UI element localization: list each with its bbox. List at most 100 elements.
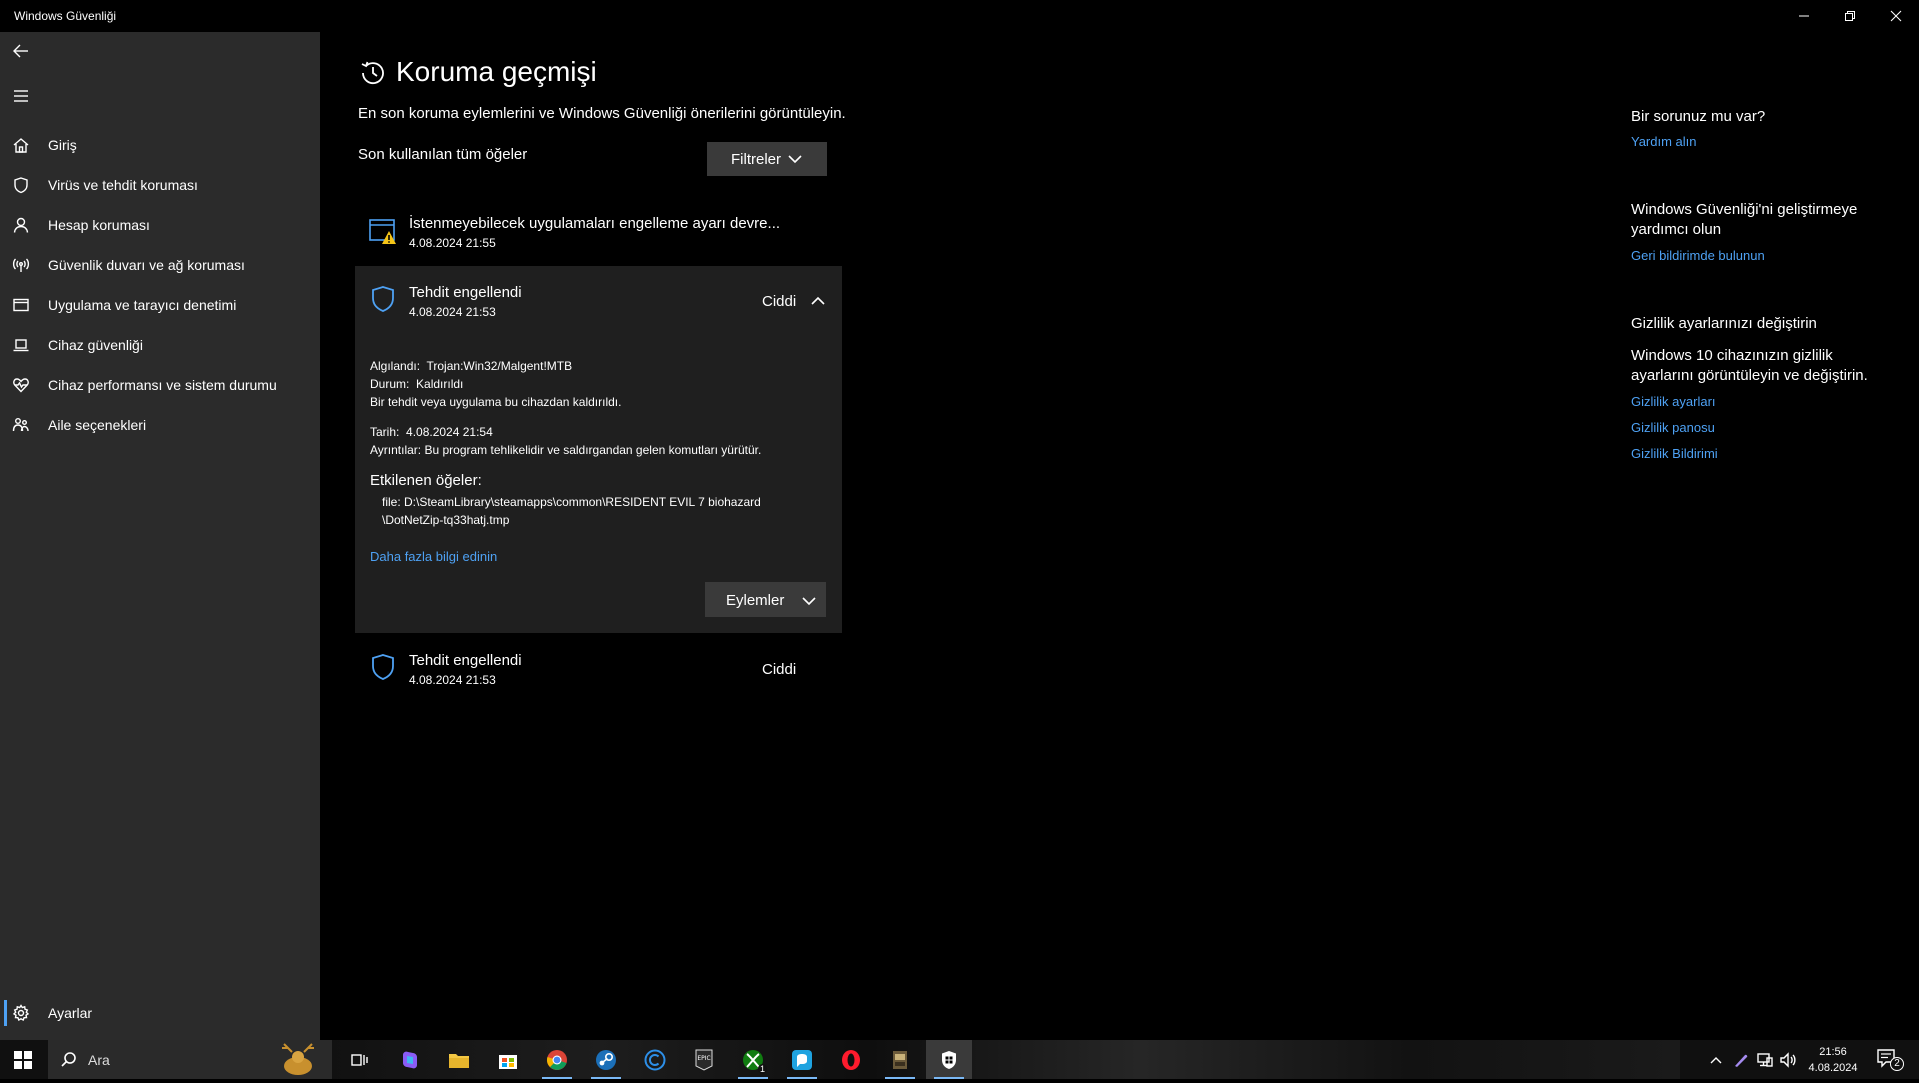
minimize-button[interactable] <box>1781 0 1827 32</box>
ccleaner-button[interactable] <box>632 1040 678 1079</box>
task-view-button[interactable] <box>336 1040 382 1079</box>
filters-button[interactable]: Filtreler <box>707 142 827 176</box>
store-button[interactable] <box>485 1040 531 1079</box>
actions-button-label: Eylemler <box>726 592 785 609</box>
feedback-link[interactable]: Geri bildirimde bulunun <box>1631 248 1765 263</box>
menu-button[interactable] <box>10 85 32 107</box>
xbox-badge: 1 <box>757 1064 767 1074</box>
status-row: Durum: Kaldırıldı <box>370 377 464 391</box>
more-info-link[interactable]: Daha fazla bilgi edinin <box>370 549 497 564</box>
steam-button[interactable] <box>583 1040 629 1079</box>
pen-icon <box>1735 1054 1748 1067</box>
steam-icon <box>596 1049 616 1070</box>
back-button[interactable] <box>10 40 32 62</box>
gear-icon <box>10 1002 32 1024</box>
affected-items-heading: Etkilenen öğeler: <box>370 472 482 489</box>
shield-outline-icon <box>369 652 397 682</box>
file-explorer-button[interactable] <box>436 1040 482 1079</box>
taskbar-clock[interactable]: 21:56 4.08.2024 <box>1800 1044 1866 1076</box>
history-item-header[interactable]: Tehdit engellendi 4.08.2024 21:53 Ciddi <box>355 266 842 326</box>
sidebar-item-firewall[interactable]: Güvenlik duvarı ve ağ koruması <box>0 245 320 285</box>
window-title: Windows Güvenliği <box>14 9 117 23</box>
sidebar-item-virus-protection[interactable]: Virüs ve tehdit koruması <box>0 165 320 205</box>
copilot-icon <box>403 1051 417 1068</box>
show-hidden-icons-button[interactable] <box>1706 1050 1726 1070</box>
sidebar-item-app-browser-control[interactable]: Uygulama ve tarayıcı denetimi <box>0 285 320 325</box>
warning-window-icon <box>369 217 397 247</box>
privacy-dashboard-link[interactable]: Gizlilik panosu <box>1631 420 1715 435</box>
close-button[interactable] <box>1873 0 1919 32</box>
opera-button[interactable] <box>828 1040 874 1079</box>
volume-tray-button[interactable] <box>1778 1050 1798 1070</box>
restore-button[interactable] <box>1827 0 1873 32</box>
game-button[interactable] <box>877 1040 923 1079</box>
section-label: Son kullanılan tüm öğeler <box>358 146 528 163</box>
severity-label: Ciddi <box>762 661 797 678</box>
notification-center-button[interactable]: 2 <box>1876 1048 1904 1072</box>
chrome-button[interactable] <box>534 1040 580 1079</box>
affected-item-path-cont: \DotNetZip-tq33hatj.tmp <box>382 513 510 527</box>
sidebar-item-label: Güvenlik duvarı ve ağ koruması <box>48 257 245 273</box>
improve-heading: Windows Güvenliği'ni geliştirmeye yardım… <box>1631 201 1858 238</box>
page-subtitle: En son koruma eylemlerini ve Windows Güv… <box>358 105 846 122</box>
network-tray-button[interactable] <box>1755 1050 1775 1070</box>
pen-tray-button[interactable] <box>1731 1050 1751 1070</box>
sidebar-item-settings[interactable]: Ayarlar <box>0 993 320 1033</box>
xbox-button[interactable]: 1 <box>730 1040 776 1079</box>
hamburger-icon <box>14 90 28 102</box>
windows-security-button[interactable] <box>926 1040 972 1079</box>
history-item-time: 4.08.2024 21:53 <box>409 305 496 319</box>
chevron-up-icon <box>1710 1057 1722 1064</box>
start-button[interactable] <box>0 1040 46 1079</box>
sidebar-item-device-security[interactable]: Cihaz güvenliği <box>0 325 320 365</box>
affected-item-path: file: D:\SteamLibrary\steamapps\common\R… <box>382 495 761 509</box>
windows-logo-icon <box>14 1050 32 1069</box>
taskbar: Ara EPIC 1 21:56 4.08.2024 2 <box>0 1040 1919 1079</box>
date-row: Tarih: 4.08.2024 21:54 <box>370 425 493 439</box>
shield-icon <box>10 174 32 196</box>
sidebar-item-account-protection[interactable]: Hesap koruması <box>0 205 320 245</box>
messenger-button[interactable] <box>779 1040 825 1079</box>
history-item-threat-blocked[interactable]: Tehdit engellendi 4.08.2024 21:53 Ciddi <box>355 634 842 694</box>
chevron-up-icon[interactable] <box>810 295 826 307</box>
home-icon <box>10 134 32 156</box>
back-arrow-icon <box>13 44 28 58</box>
history-item-title: İstenmeyebilecek uygulamaları engelleme … <box>409 215 781 232</box>
laptop-icon <box>10 334 32 356</box>
sidebar-item-label: Aile seçenekleri <box>48 417 147 433</box>
store-icon <box>499 1054 517 1069</box>
history-item-pua-setting[interactable]: İstenmeyebilecek uygulamaları engelleme … <box>355 205 842 261</box>
shield-outline-icon <box>369 284 397 314</box>
details-row: Ayrıntılar: Bu program tehlikelidir ve s… <box>370 443 762 457</box>
heart-pulse-icon <box>10 374 32 396</box>
game-icon <box>893 1050 907 1069</box>
sidebar-item-family-options[interactable]: Aile seçenekleri <box>0 405 320 445</box>
restore-icon <box>1845 11 1855 21</box>
browser-window-icon <box>10 294 32 316</box>
taskbar-search[interactable]: Ara <box>48 1040 332 1079</box>
clock-date: 4.08.2024 <box>1808 1062 1858 1074</box>
search-placeholder: Ara <box>88 1052 110 1068</box>
close-icon <box>1890 10 1902 22</box>
copilot-button[interactable] <box>387 1040 433 1079</box>
privacy-heading: Gizlilik ayarlarınızı değiştirin <box>1631 315 1817 332</box>
get-help-link[interactable]: Yardım alın <box>1631 134 1697 149</box>
title-bar: Windows Güvenliği <box>0 0 1919 32</box>
antenna-icon <box>10 254 32 276</box>
sidebar-item-device-performance[interactable]: Cihaz performansı ve sistem durumu <box>0 365 320 405</box>
actions-button[interactable]: Eylemler <box>705 582 826 617</box>
privacy-statement-link[interactable]: Gizlilik Bildirimi <box>1631 446 1718 461</box>
messenger-icon <box>792 1049 812 1070</box>
history-item-time: 4.08.2024 21:53 <box>409 673 496 687</box>
person-icon <box>10 214 32 236</box>
sidebar: Giriş Virüs ve tehdit koruması Hesap kor… <box>0 32 320 1040</box>
sidebar-item-home[interactable]: Giriş <box>0 125 320 165</box>
history-item-title: Tehdit engellendi <box>409 652 522 669</box>
history-item-time: 4.08.2024 21:55 <box>409 236 496 250</box>
epic-games-button[interactable]: EPIC <box>681 1040 727 1079</box>
chevron-down-icon <box>788 155 802 164</box>
sidebar-item-label: Cihaz performansı ve sistem durumu <box>48 377 277 393</box>
history-icon <box>358 58 388 88</box>
privacy-settings-link[interactable]: Gizlilik ayarları <box>1631 394 1716 409</box>
chrome-icon <box>547 1049 567 1070</box>
